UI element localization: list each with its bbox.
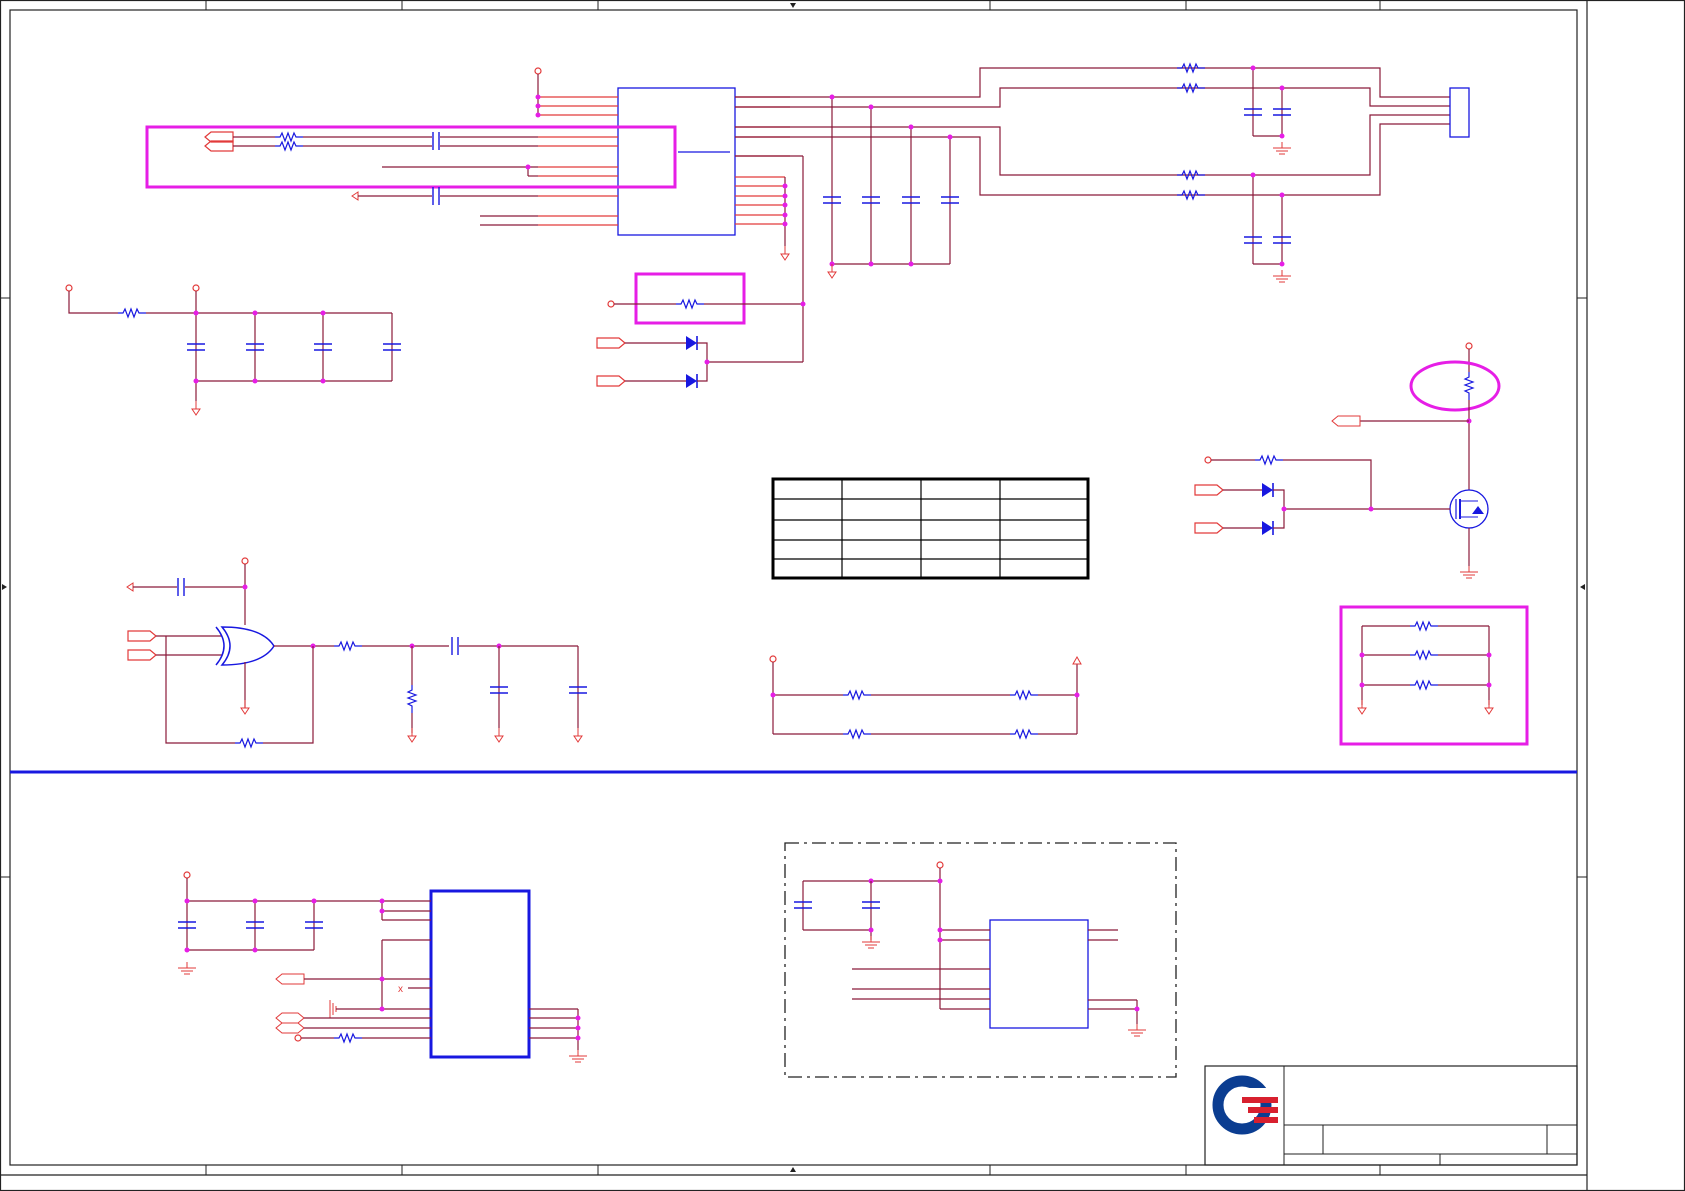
config-table	[771, 477, 1090, 580]
resistor-option-block	[1339, 605, 1529, 746]
sheet-frame	[0, 0, 1685, 1191]
main-ic-block	[538, 87, 790, 236]
company-logo-icon	[1212, 1075, 1278, 1135]
output-traces	[735, 63, 1470, 200]
power-filter-network	[65, 284, 402, 416]
resistor-ladder	[769, 655, 1082, 739]
title-block	[1204, 1065, 1578, 1166]
bottom-ic-block: x	[177, 871, 588, 1063]
output-connector	[1449, 87, 1470, 138]
highlight-ellipse	[1409, 360, 1501, 412]
output-coupling	[351, 186, 538, 226]
ic-ground-pins	[735, 155, 804, 362]
optional-component-block	[784, 842, 1177, 1078]
svg-text:x: x	[398, 984, 403, 995]
ic-power-net	[534, 67, 542, 118]
reset-pullup-block	[596, 272, 806, 389]
connector-filter-caps	[1243, 65, 1292, 283]
input-filter-block	[145, 125, 677, 189]
mosfet-driver	[1194, 342, 1501, 579]
schematic-sheet: x	[0, 0, 1685, 1191]
xor-clock-circuit	[126, 557, 588, 748]
xor-gate-icon	[215, 626, 275, 666]
output-decoupling	[822, 94, 960, 279]
